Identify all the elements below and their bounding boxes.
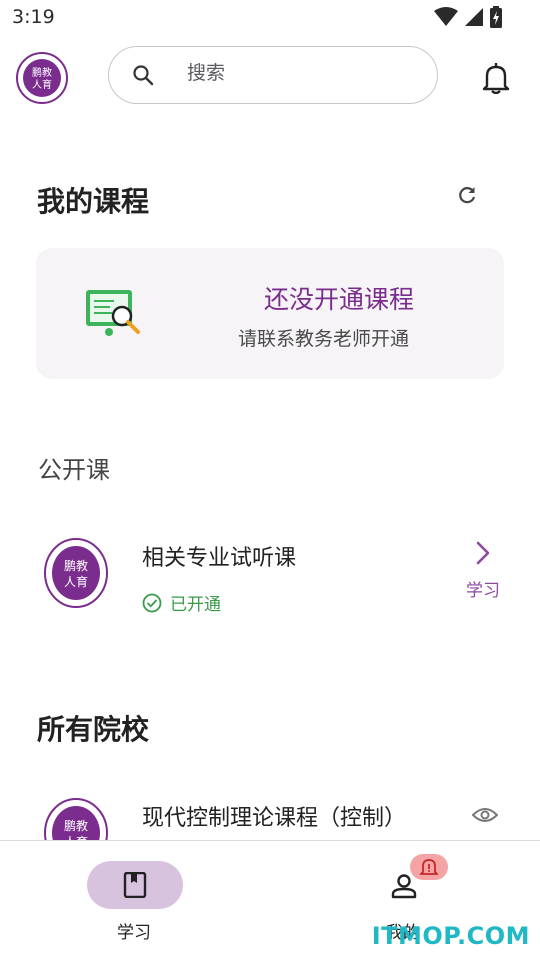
chevron-right-icon [476,541,490,565]
public-courses-heading: 公开课 [38,456,110,484]
search-bar[interactable] [108,46,438,104]
course-school-logo: 鹏教 人育 [44,538,108,608]
course-illustration-icon [86,290,140,336]
svg-text:人育: 人育 [64,574,88,589]
public-course-title: 相关专业试听课 [142,546,297,571]
notification-badge [410,854,448,880]
person-icon[interactable] [391,873,417,899]
learn-label: 学习 [466,581,500,601]
course-status-label: 已开通 [170,595,221,615]
svg-text:鹏教: 鹏教 [64,558,88,573]
wifi-icon [434,7,458,26]
school-course-title: 现代控制理论课程（控制） [142,806,407,831]
nav-label-study[interactable]: 学习 [117,918,151,943]
all-schools-title: 所有院校 [37,713,150,746]
book-icon [123,872,147,898]
svg-text:鹏教: 鹏教 [64,818,88,833]
battery-icon [490,6,502,28]
svg-text:人育: 人育 [32,78,52,91]
school-logo[interactable]: 鹏教 人育 [16,52,68,104]
eye-icon[interactable] [472,806,498,824]
search-icon [133,65,154,86]
empty-courses-subtitle: 请联系教务老师开通 [238,328,410,350]
refresh-icon[interactable] [456,184,478,206]
empty-courses-title: 还没开通课程 [264,285,415,314]
nav-item-study[interactable] [87,861,183,909]
school-course-item[interactable]: 鹏教 人育 现代控制理论课程（控制） [0,788,540,840]
watermark: ITMOP.COM [371,922,530,950]
status-icons [434,6,502,28]
signal-icon [465,8,483,26]
learn-button[interactable]: 学习 [466,540,500,601]
alert-bell-icon [420,859,438,875]
search-input[interactable] [185,61,409,85]
check-circle-icon [142,593,162,612]
empty-courses-card: 还没开通课程 请联系教务老师开通 [36,248,504,379]
bell-icon[interactable] [482,62,510,94]
course-school-logo: 鹏教 人育 [44,798,108,840]
my-courses-title: 我的课程 [37,185,150,218]
status-time: 3:19 [12,6,55,28]
svg-text:鹏教: 鹏教 [32,66,52,79]
course-status: 已开通 [142,590,221,615]
